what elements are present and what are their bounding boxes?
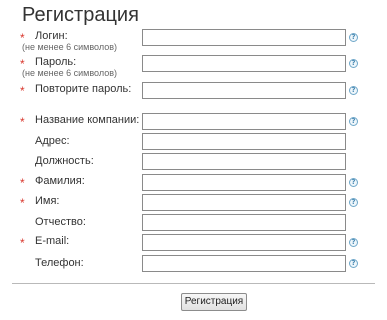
email-label: E-mail: <box>35 235 70 247</box>
first-name-label: Имя: <box>35 195 60 207</box>
required-mark: * <box>20 236 25 250</box>
help-icon[interactable]: ? <box>349 238 358 247</box>
registration-page: Регистрация * Логин: (не менее 6 символо… <box>0 0 387 320</box>
help-icon[interactable]: ? <box>349 178 358 187</box>
help-icon[interactable]: ? <box>349 259 358 268</box>
position-input[interactable] <box>142 153 346 170</box>
position-label: Должность: <box>35 155 94 167</box>
help-icon[interactable]: ? <box>349 59 358 68</box>
patronymic-label: Отчество: <box>35 216 86 228</box>
password-hint: (не менее 6 символов) <box>22 68 117 78</box>
required-mark: * <box>20 176 25 190</box>
login-hint: (не менее 6 символов) <box>22 42 117 52</box>
patronymic-input[interactable] <box>142 214 346 231</box>
password-input[interactable] <box>142 55 346 72</box>
login-input[interactable] <box>142 29 346 46</box>
password-repeat-input[interactable] <box>142 82 346 99</box>
register-button[interactable]: Регистрация <box>181 293 247 311</box>
email-input[interactable] <box>142 234 346 251</box>
help-icon[interactable]: ? <box>349 198 358 207</box>
company-label: Название компании: <box>35 114 140 126</box>
first-name-input[interactable] <box>142 194 346 211</box>
page-title: Регистрация <box>22 4 139 26</box>
form-divider <box>12 283 375 284</box>
required-mark: * <box>20 196 25 210</box>
password-repeat-label: Повторите пароль: <box>35 83 132 95</box>
address-label: Адрес: <box>35 135 70 147</box>
last-name-input[interactable] <box>142 174 346 191</box>
address-input[interactable] <box>142 133 346 150</box>
required-mark: * <box>20 84 25 98</box>
required-mark: * <box>20 115 25 129</box>
last-name-label: Фамилия: <box>35 175 85 187</box>
help-icon[interactable]: ? <box>349 117 358 126</box>
help-icon[interactable]: ? <box>349 33 358 42</box>
company-input[interactable] <box>142 113 346 130</box>
phone-input[interactable] <box>142 255 346 272</box>
help-icon[interactable]: ? <box>349 86 358 95</box>
phone-label: Телефон: <box>35 257 84 269</box>
